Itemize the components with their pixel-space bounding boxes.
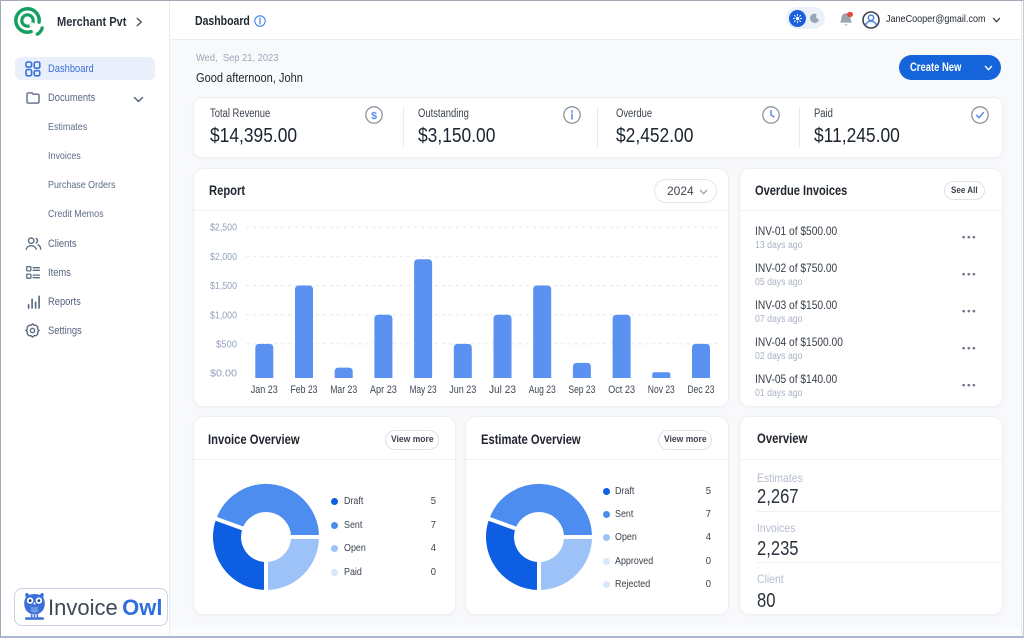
- svg-text:Nov 23: Nov 23: [648, 384, 675, 396]
- svg-text:$0.00: $0.00: [210, 368, 237, 380]
- svg-text:Jun 23: Jun 23: [449, 384, 476, 396]
- svg-text:$: $: [371, 110, 377, 122]
- svg-text:Jul 23: Jul 23: [489, 384, 516, 396]
- svg-text:Aug 23: Aug 23: [529, 384, 556, 396]
- svg-text:Feb 23: Feb 23: [291, 384, 318, 396]
- svg-text:Sep 23: Sep 23: [568, 384, 595, 396]
- svg-text:$500: $500: [216, 339, 237, 351]
- svg-text:Dec 23: Dec 23: [688, 384, 715, 396]
- svg-text:$1,500: $1,500: [210, 280, 237, 292]
- svg-text:Oct 23: Oct 23: [608, 384, 635, 396]
- svg-text:$1,000: $1,000: [210, 309, 237, 321]
- svg-text:May 23: May 23: [410, 384, 437, 396]
- svg-text:$2,000: $2,000: [210, 251, 237, 263]
- svg-text:Mar 23: Mar 23: [330, 384, 357, 396]
- svg-text:$2,500: $2,500: [210, 222, 237, 234]
- svg-text:Jan 23: Jan 23: [251, 384, 278, 396]
- svg-text:Apr 23: Apr 23: [370, 384, 397, 396]
